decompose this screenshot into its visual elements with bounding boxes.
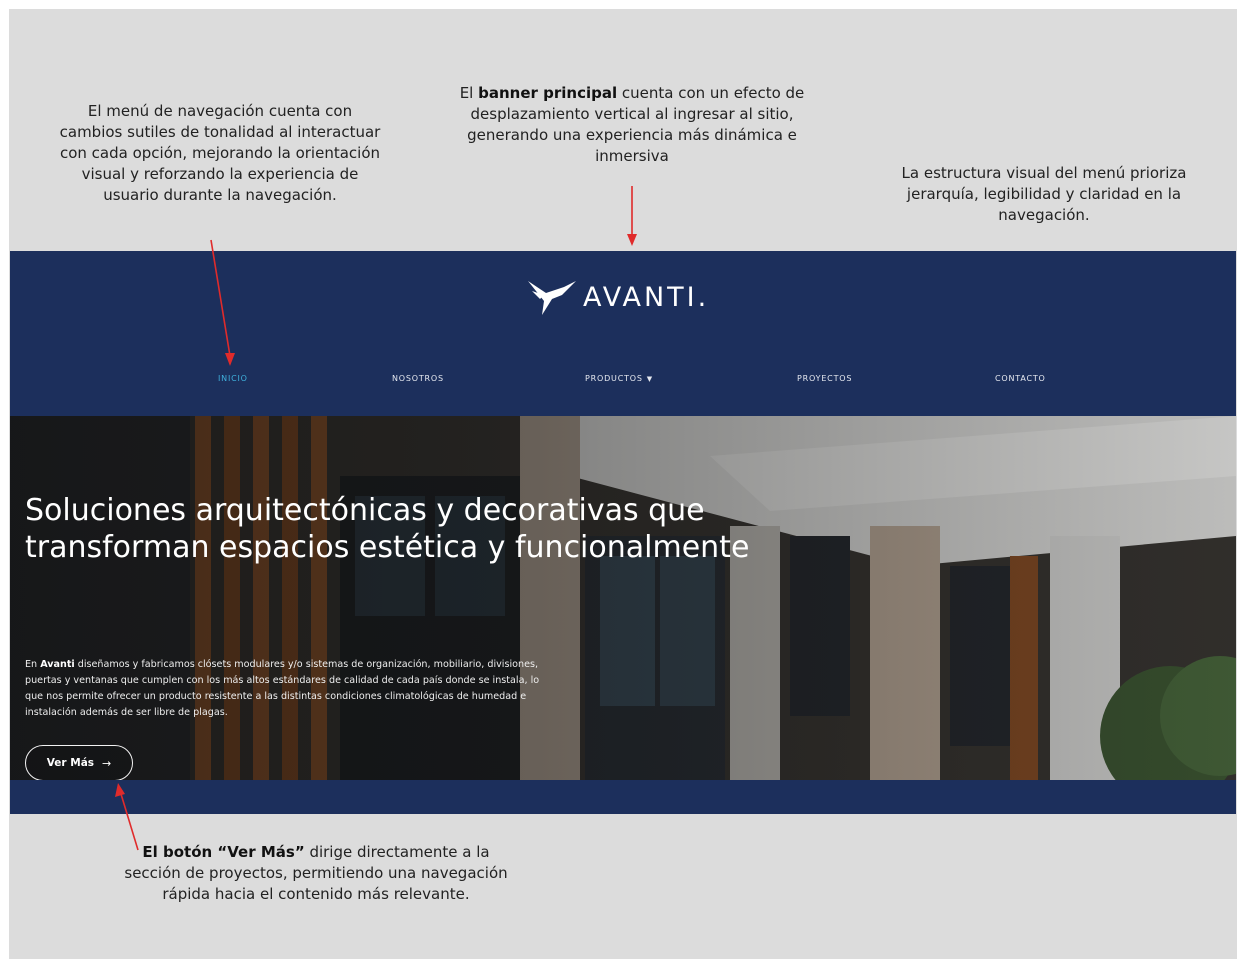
annotation-nav-menu: El menú de navegación cuenta con cambios… <box>59 102 381 204</box>
site-header <box>10 251 1236 416</box>
annotation-ver-mas-button: El botón “Ver Más” dirige directamente a… <box>124 843 508 903</box>
nav-item-productos-label: PRODUCTOS <box>585 374 643 383</box>
nav-item-contacto[interactable]: CONTACTO <box>995 374 1046 383</box>
annotation-main-banner: El banner principal cuenta con un efecto… <box>459 84 805 165</box>
hero-title: Soluciones arquitectónicas y decorativas… <box>25 493 750 565</box>
nav-item-inicio[interactable]: INICIO <box>218 374 248 383</box>
hero-description: En Avanti diseñamos y fabricamos clósets… <box>25 659 540 718</box>
ver-mas-label: Ver Más <box>46 757 95 769</box>
nav-item-proyectos[interactable]: PROYECTOS <box>797 374 852 383</box>
bird-icon <box>528 281 576 315</box>
hero-overlay <box>10 416 1236 780</box>
nav-item-nosotros[interactable]: NOSOTROS <box>392 374 444 383</box>
caret-down-icon: ▼ <box>646 375 653 383</box>
nav-item-productos[interactable]: PRODUCTOS ▼ <box>585 374 653 383</box>
annotation-menu-structure: La estructura visual del menú prioriza j… <box>901 164 1187 224</box>
logo-wordmark: AVANTI. <box>583 282 710 313</box>
ver-mas-button[interactable]: Ver Más → <box>25 745 133 781</box>
arrow-right-icon: → <box>102 756 112 770</box>
hero-banner <box>10 416 1236 780</box>
hero-bottom-band <box>10 780 1236 814</box>
